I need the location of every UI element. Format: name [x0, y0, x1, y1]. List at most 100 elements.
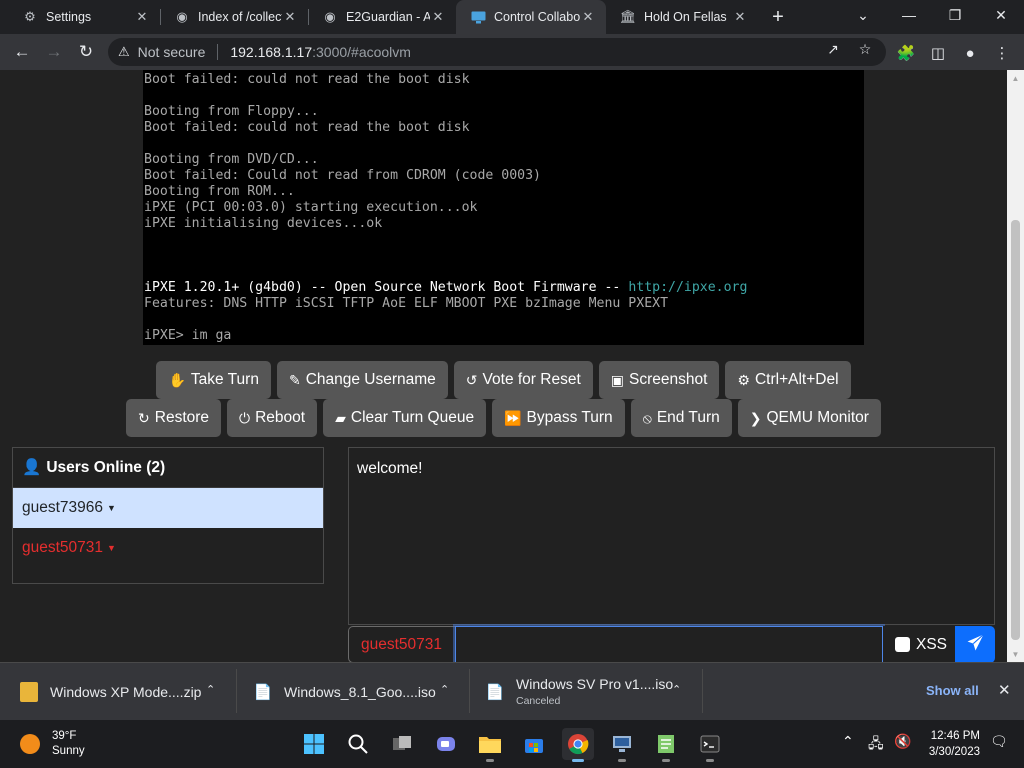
windows-start-icon[interactable]	[298, 728, 330, 760]
take-turn-button[interactable]: ✋ Take Turn	[156, 361, 271, 399]
extensions-icon[interactable]: 🧩	[895, 42, 917, 64]
page-scrollbar[interactable]: ▲ ▼	[1007, 70, 1024, 662]
clear-turn-queue-button[interactable]: ▰ Clear Turn Queue	[323, 399, 487, 437]
qemu-monitor-button[interactable]: ❯ QEMU Monitor	[737, 399, 881, 437]
download-divider	[702, 669, 703, 713]
close-icon[interactable]: ✕	[282, 9, 298, 25]
console-line: Boot failed: Could not read from CDROM (…	[144, 168, 541, 183]
running-indicator	[662, 759, 670, 762]
close-window-button[interactable]: ✕	[978, 0, 1024, 30]
user-edit-icon: ✎	[288, 371, 301, 388]
ctrl-alt-del-button[interactable]: ⚙ Ctrl+Alt+Del	[725, 361, 851, 399]
reboot-button[interactable]: ⏻ Reboot	[227, 399, 318, 437]
chat-input[interactable]	[455, 626, 883, 662]
console-banner-text: iPXE 1.20.1+ (g4bd0) -- Open Source Netw…	[144, 280, 629, 295]
tab-e2guardian[interactable]: ◉ E2Guardian - Ac ✕	[308, 0, 456, 34]
page-content: Boot failed: could not read the boot dis…	[0, 70, 1007, 662]
camera-icon: ▣	[610, 371, 624, 388]
search-icon[interactable]	[342, 728, 374, 760]
console-line: Boot failed: could not read the boot dis…	[144, 120, 470, 135]
show-all-downloads-link[interactable]: Show all	[926, 683, 979, 698]
bookmark-star-icon[interactable]: ☆	[856, 40, 874, 58]
console-line: Booting from ROM...	[144, 184, 295, 199]
file-explorer-icon[interactable]	[474, 728, 506, 762]
user-list-item[interactable]: guest50731 ▼	[13, 528, 323, 568]
download-item[interactable]: 📄 Windows_8.1_Goo....iso	[254, 663, 436, 720]
teams-icon[interactable]	[430, 728, 462, 760]
new-tab-button[interactable]: +	[766, 5, 790, 29]
download-name: Windows XP Mode....zip	[50, 683, 202, 700]
bypass-turn-button[interactable]: ⏩ Bypass Turn	[492, 399, 625, 437]
xss-checkbox[interactable]	[895, 637, 910, 652]
send-button[interactable]	[955, 626, 995, 662]
tab-control-collab[interactable]: Control Collabo ✕	[456, 0, 606, 34]
weather-widget[interactable]: 39°F Sunny	[20, 729, 85, 759]
change-username-button[interactable]: ✎ Change Username	[276, 361, 448, 399]
volume-muted-icon[interactable]: 🔇	[894, 733, 911, 750]
end-turn-button[interactable]: ⦸ End Turn	[630, 399, 732, 437]
side-panel-icon[interactable]: ◫	[927, 42, 949, 64]
building-icon: 🏛	[619, 9, 637, 24]
close-icon[interactable]: ✕	[580, 9, 596, 25]
menu-kebab-icon[interactable]: ⋮	[991, 42, 1013, 64]
running-indicator	[706, 759, 714, 762]
scrollbar-thumb[interactable]	[1011, 220, 1020, 640]
username: guest73966	[22, 499, 104, 516]
tab-settings[interactable]: ⚙ Settings ✕	[8, 0, 160, 34]
share-icon[interactable]: ↗	[824, 40, 842, 58]
task-view-icon[interactable]	[386, 728, 418, 760]
fast-forward-icon: ⏩	[504, 409, 522, 426]
tab-search-button[interactable]: ⌄	[840, 0, 886, 30]
username: guest50731	[22, 539, 104, 556]
tab-hold-on-fellas[interactable]: 🏛 Hold On Fellas ✕	[606, 0, 758, 34]
forward-button[interactable]: →	[40, 38, 68, 66]
minimize-button[interactable]: —	[886, 0, 932, 30]
console-link: http://ipxe.org	[628, 280, 748, 295]
control-row-1: ✋ Take Turn ✎ Change Username ↺ Vote for Rese…	[0, 361, 1007, 399]
console-line: Booting from DVD/CD...	[144, 152, 319, 167]
profile-icon[interactable]: ●	[959, 42, 981, 64]
close-icon[interactable]: ✕	[134, 9, 150, 25]
url-path: :3000/#acoolvm	[312, 44, 411, 60]
remote-desktop-icon[interactable]	[606, 728, 638, 762]
xss-toggle[interactable]: XSS	[883, 626, 955, 662]
system-clock[interactable]: 12:46 PM 3/30/2023	[918, 728, 980, 760]
vote-for-reset-button[interactable]: ↺ Vote for Reset	[453, 361, 593, 399]
terminal-icon[interactable]	[694, 728, 726, 762]
close-icon[interactable]: ✕	[732, 9, 748, 25]
scroll-down-icon[interactable]: ▼	[1011, 650, 1020, 659]
screenshot-button[interactable]: ▣ Screenshot	[598, 361, 720, 399]
button-label: Screenshot	[629, 371, 708, 388]
store-icon[interactable]	[518, 728, 550, 760]
close-icon[interactable]: ✕	[430, 9, 446, 25]
gear-icon: ⚙	[737, 371, 750, 388]
reload-button[interactable]: ↻	[72, 38, 100, 66]
running-indicator	[572, 759, 584, 762]
notification-icon[interactable]: 🗨	[990, 733, 1008, 750]
button-label: QEMU Monitor	[766, 409, 869, 426]
restore-button[interactable]: ↻ Restore	[126, 399, 222, 437]
running-indicator	[486, 759, 494, 762]
chrome-icon[interactable]	[562, 728, 594, 762]
tab-title: Hold On Fellas	[644, 10, 727, 24]
notepad-icon[interactable]	[650, 728, 682, 762]
button-label: Take Turn	[190, 371, 259, 388]
scroll-up-icon[interactable]: ▲	[1011, 74, 1020, 83]
download-item[interactable]: Windows XP Mode....zip	[20, 663, 201, 720]
tab-index-of-collect[interactable]: ◉ Index of /collect ✕	[160, 0, 308, 34]
vm-console[interactable]: Boot failed: could not read the boot dis…	[143, 70, 864, 345]
security-label: Not secure	[137, 44, 206, 60]
download-item[interactable]: 📄 Windows SV Pro v1....iso Canceled	[485, 663, 674, 720]
user-list-item[interactable]: guest73966 ▼	[13, 488, 323, 528]
download-shelf: Windows XP Mode....zip ⌃ 📄 Windows_8.1_G…	[0, 662, 1024, 720]
back-button[interactable]: ←	[8, 38, 36, 66]
chevron-up-icon[interactable]: ⌃	[842, 733, 854, 750]
maximize-button[interactable]: ❐	[932, 0, 978, 30]
globe-icon: ◉	[176, 9, 188, 24]
globe-icon: ◉	[324, 9, 336, 24]
network-icon[interactable]: 🖧	[868, 733, 884, 757]
close-icon[interactable]: ✕	[998, 681, 1011, 699]
file-icon: 📄	[485, 683, 505, 701]
address-bar[interactable]: ⚠ Not secure 192.168.1.17:3000/#acoolvm	[108, 38, 886, 66]
chat-message: welcome!	[357, 460, 423, 477]
